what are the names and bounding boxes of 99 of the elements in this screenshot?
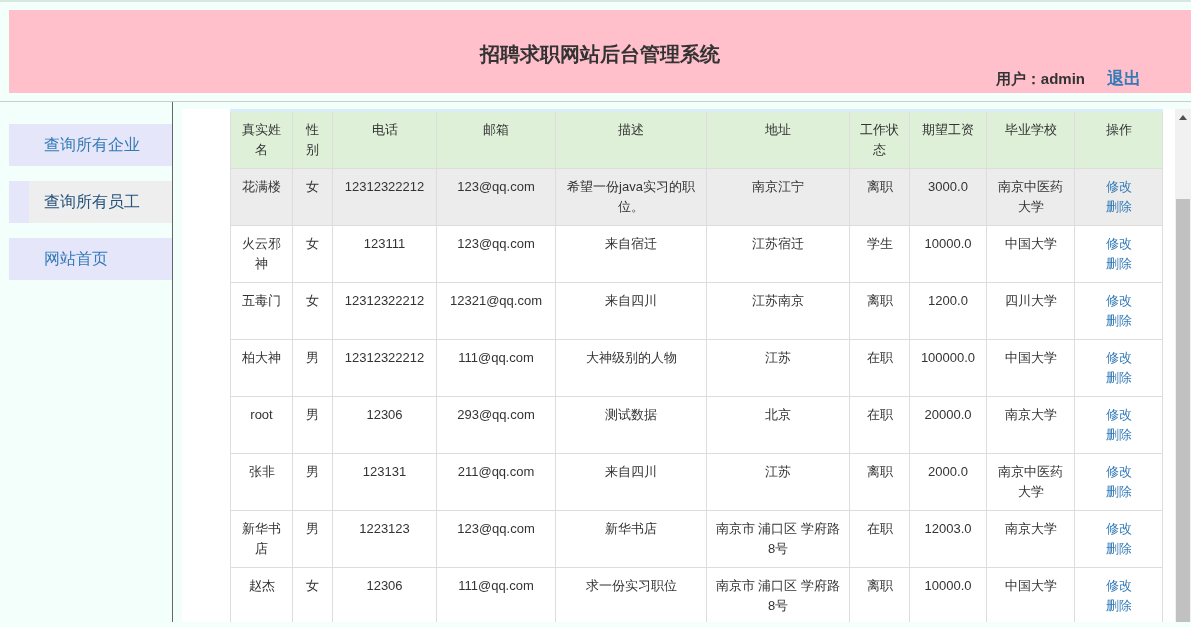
table-cell: 211@qq.com (436, 453, 556, 511)
column-header: 毕业学校 (986, 110, 1075, 169)
table-cell: 123@qq.com (436, 168, 556, 226)
table-cell: 20000.0 (909, 396, 987, 454)
logout-link[interactable]: 退出 (1107, 67, 1141, 90)
table-cell: 123@qq.com (436, 510, 556, 568)
action-link[interactable]: 删除 (1105, 311, 1132, 331)
table-cell: 12003.0 (909, 510, 987, 568)
table-cell: 3000.0 (909, 168, 987, 226)
action-link[interactable]: 删除 (1105, 368, 1132, 388)
action-link[interactable]: 修改 (1105, 234, 1132, 254)
user-label: 用户：admin (995, 70, 1085, 89)
table-cell: 学生 (849, 225, 910, 283)
table-cell: 江苏宿迁 (706, 225, 850, 283)
table-cell: 南京中医药大学 (986, 453, 1075, 511)
table-cell: 12312322212 (332, 168, 437, 226)
action-link[interactable]: 修改 (1105, 291, 1132, 311)
table-cell: 来自四川 (555, 282, 707, 340)
action-link[interactable]: 修改 (1105, 177, 1132, 197)
action-link[interactable]: 修改 (1105, 348, 1132, 368)
table-cell: 新华书店 (230, 510, 293, 568)
table-cell: 女 (292, 168, 333, 226)
table-cell: 女 (292, 225, 333, 283)
table-cell: 张非 (230, 453, 293, 511)
action-link[interactable]: 删除 (1105, 197, 1132, 217)
column-header: 期望工资 (909, 110, 987, 169)
action-link[interactable]: 删除 (1105, 539, 1132, 559)
table-cell: 2000.0 (909, 453, 987, 511)
table-cell: 江苏南京 (706, 282, 850, 340)
table-cell: 12306 (332, 396, 437, 454)
table-cell: 12312322212 (332, 339, 437, 397)
table-cell: 南京大学 (986, 396, 1075, 454)
table-cell: 1200.0 (909, 282, 987, 340)
table-cell: 测试数据 (555, 396, 707, 454)
column-header: 真实姓名 (230, 110, 293, 169)
table-cell: 男 (292, 510, 333, 568)
table-cell: 男 (292, 396, 333, 454)
action-link[interactable]: 删除 (1105, 425, 1132, 445)
table-cell: 南京大学 (986, 510, 1075, 568)
table-cell: 离职 (849, 168, 910, 226)
table-cell: root (230, 396, 293, 454)
action-link[interactable]: 修改 (1105, 576, 1132, 596)
scroll-thumb[interactable] (1176, 199, 1190, 622)
table-cell: 12312322212 (332, 282, 437, 340)
table-cell: 来自宿迁 (555, 225, 707, 283)
column-header: 电话 (332, 110, 437, 169)
table-cell: 花满楼 (230, 168, 293, 226)
table-cell: 中国大学 (986, 225, 1075, 283)
table-cell: 来自四川 (555, 453, 707, 511)
table-cell: 江苏 (706, 339, 850, 397)
table-cell: 123111 (332, 225, 437, 283)
action-link[interactable]: 修改 (1105, 462, 1132, 482)
table-cell: 10000.0 (909, 225, 987, 283)
scroll-up-icon[interactable] (1179, 115, 1187, 120)
column-header: 操作 (1074, 110, 1163, 169)
table-cell: 男 (292, 453, 333, 511)
table-cell: 在职 (849, 510, 910, 568)
column-header: 工作状态 (849, 110, 910, 169)
table-cell: 123131 (332, 453, 437, 511)
table-cell: 中国大学 (986, 339, 1075, 397)
action-link[interactable]: 删除 (1105, 254, 1132, 274)
table-cell: 100000.0 (909, 339, 987, 397)
column-header: 描述 (555, 110, 707, 169)
table-cell: 女 (292, 282, 333, 340)
table-cell: 12321@qq.com (436, 282, 556, 340)
table-cell: 离职 (849, 282, 910, 340)
sidebar-item[interactable]: 网站首页 (9, 238, 172, 280)
table-cell: 离职 (849, 453, 910, 511)
table-cell: 在职 (849, 339, 910, 397)
table-cell: 293@qq.com (436, 396, 556, 454)
table-cell: 大神级别的人物 (555, 339, 707, 397)
table-cell: 四川大学 (986, 282, 1075, 340)
table-cell: 南京中医药大学 (986, 168, 1075, 226)
sidebar-item[interactable]: 查询所有企业 (9, 124, 172, 166)
table-cell: 五毒门 (230, 282, 293, 340)
table-cell: 南京市 浦口区 学府路8号 (706, 510, 850, 568)
table-cell: 火云邪神 (230, 225, 293, 283)
action-link[interactable]: 删除 (1105, 482, 1132, 502)
table-cell: 111@qq.com (436, 339, 556, 397)
column-header: 邮箱 (436, 110, 556, 169)
site-title: 招聘求职网站后台管理系统 (480, 42, 720, 67)
table-cell: 男 (292, 339, 333, 397)
action-link[interactable]: 修改 (1105, 405, 1132, 425)
action-link[interactable]: 删除 (1105, 596, 1132, 616)
table-cell: 希望一份java实习的职位。 (555, 168, 707, 226)
scroll-bar[interactable] (1175, 109, 1191, 622)
action-link[interactable]: 修改 (1105, 519, 1132, 539)
table-cell: 北京 (706, 396, 850, 454)
table-cell: 江苏 (706, 453, 850, 511)
table-cell: 赵杰 (230, 567, 293, 622)
table-cell: 柏大神 (230, 339, 293, 397)
column-header: 性别 (292, 110, 333, 169)
table-cell: 南京江宁 (706, 168, 850, 226)
table-cell: 1223123 (332, 510, 437, 568)
column-header: 地址 (706, 110, 850, 169)
table-cell: 在职 (849, 396, 910, 454)
table-cell: 123@qq.com (436, 225, 556, 283)
sidebar-item[interactable]: 查询所有员工 (9, 181, 172, 223)
table-cell: 新华书店 (555, 510, 707, 568)
